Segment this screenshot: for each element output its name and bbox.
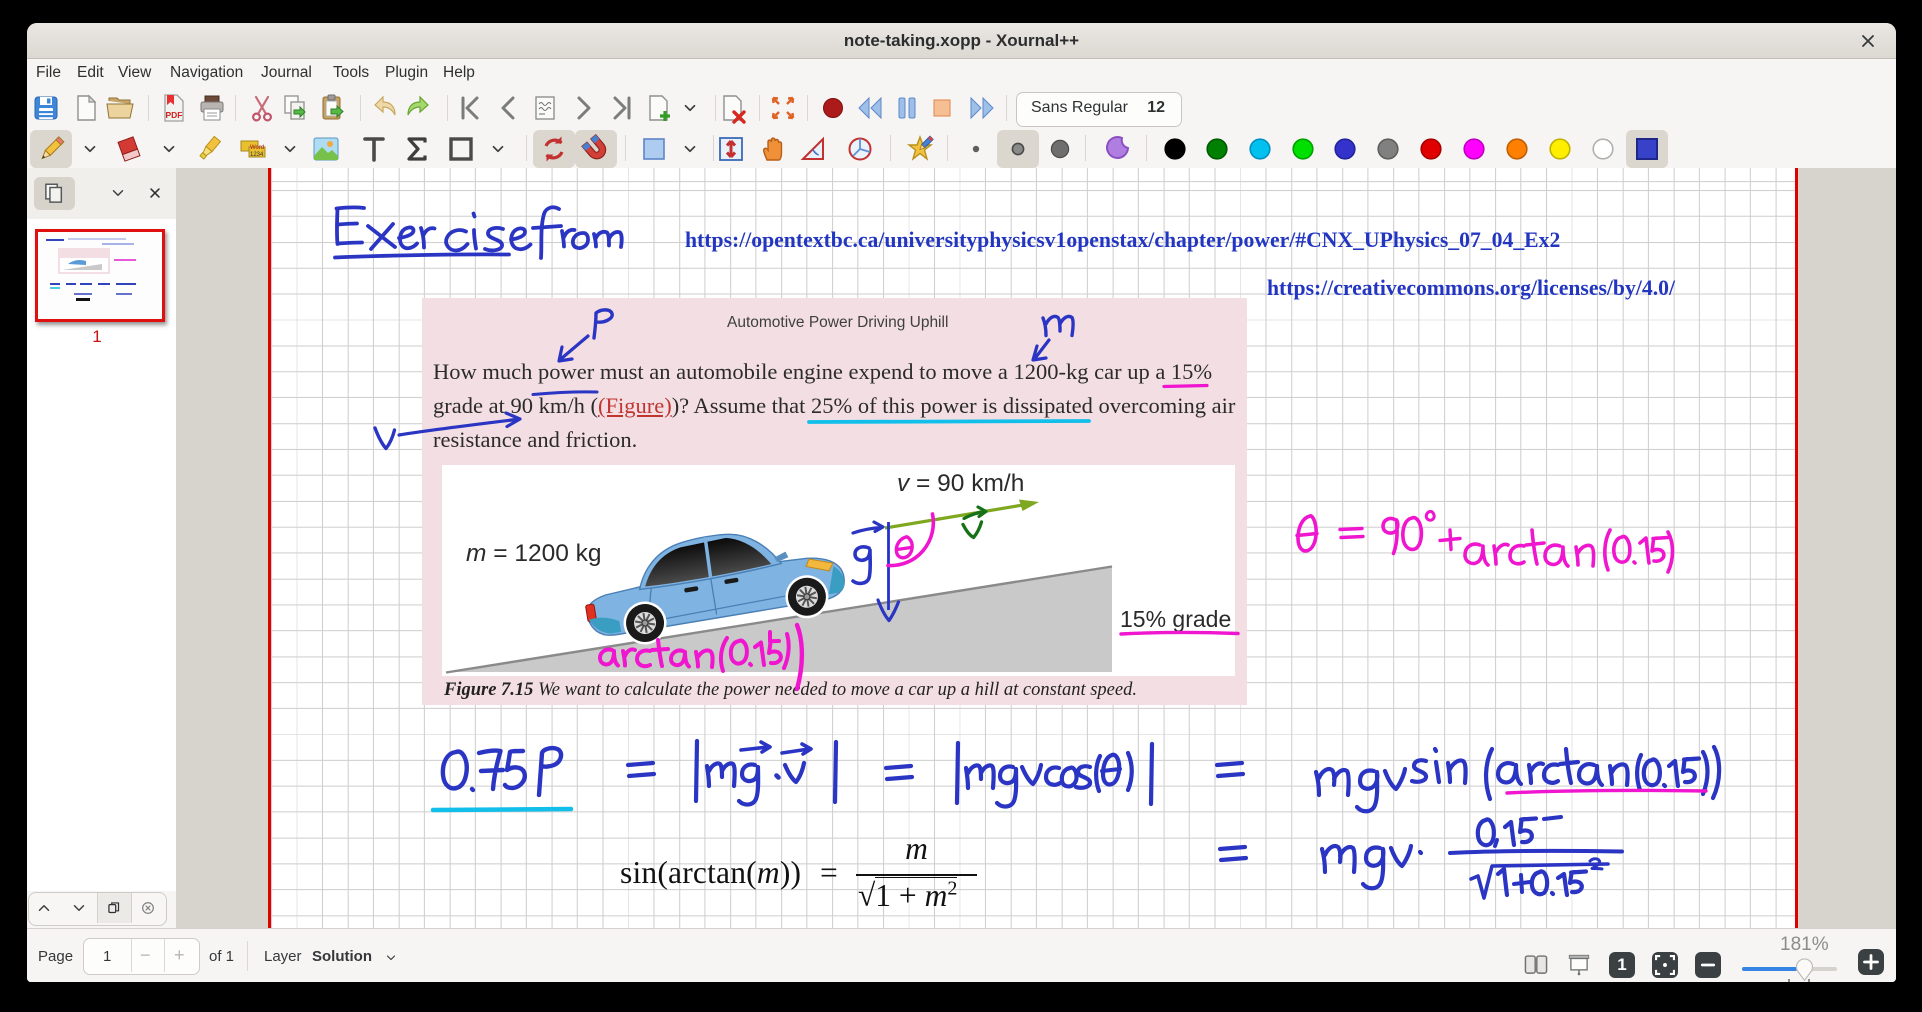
svg-text:Word: Word — [250, 145, 264, 151]
svg-text:15% grade: 15% grade — [1120, 606, 1231, 632]
svg-text:PDF: PDF — [166, 110, 183, 120]
svg-text:m = 1200 kg: m = 1200 kg — [466, 540, 602, 567]
svg-text:v = 90 km/h: v = 90 km/h — [897, 470, 1024, 497]
svg-text:1234: 1234 — [250, 152, 264, 158]
